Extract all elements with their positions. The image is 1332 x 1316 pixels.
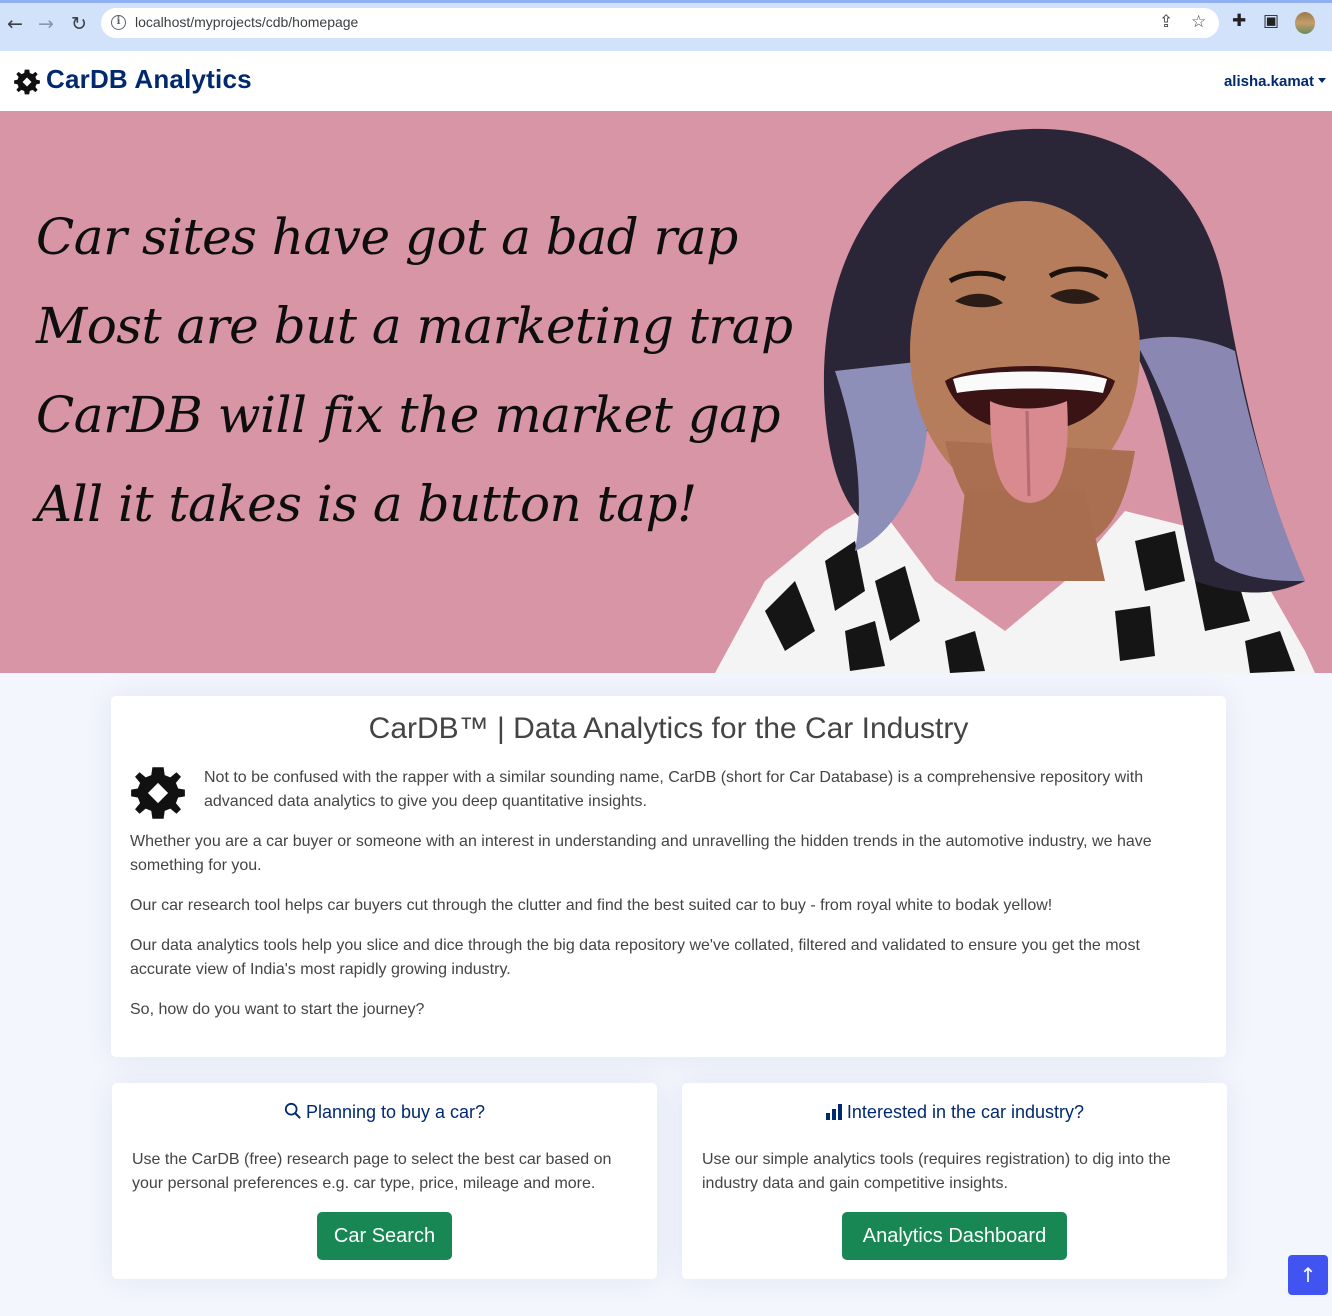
user-name: alisha.kamat: [1223, 73, 1314, 90]
hero-banner: Car sites have got a bad rap Most are bu…: [0, 111, 1332, 673]
intro-paragraph: Our data analytics tools help you slice …: [130, 937, 1140, 978]
back-icon[interactable]: ←: [4, 13, 26, 35]
gear-icon: [131, 767, 185, 819]
share-icon[interactable]: ⇪: [1159, 12, 1173, 32]
intro-title: CarDB™ | Data Analytics for the Car Indu…: [368, 712, 969, 745]
hero-line: All it takes is a button tap!: [36, 475, 697, 533]
forward-icon[interactable]: →: [35, 13, 57, 35]
side-panel-icon[interactable]: ▣: [1263, 11, 1279, 31]
intro-paragraph: Not to be confused with the rapper with …: [204, 769, 1144, 810]
arrow-up-icon: ↑: [1299, 1263, 1317, 1287]
hero-line: Most are but a marketing trap: [36, 297, 793, 355]
app-header: CarDB Analytics alisha.kamat: [0, 51, 1332, 111]
hero-poem: Car sites have got a bad rap Most are bu…: [36, 197, 793, 553]
industry-card-title: Interested in the car industry?: [682, 1102, 1227, 1123]
browser-toolbar: ← → ↻ i localhost/myprojects/cdb/homepag…: [0, 0, 1332, 51]
intro-paragraph: Our car research tool helps car buyers c…: [130, 897, 1053, 914]
bookmark-star-icon[interactable]: ☆: [1191, 12, 1206, 32]
industry-card: Interested in the car industry? Use our …: [682, 1083, 1227, 1279]
car-search-button[interactable]: Car Search: [317, 1212, 452, 1260]
buy-card-text: Use the CarDB (free) research page to se…: [132, 1151, 612, 1192]
hero-line: Car sites have got a bad rap: [36, 208, 738, 266]
reload-icon[interactable]: ↻: [68, 13, 90, 35]
buy-car-card: Planning to buy a car? Use the CarDB (fr…: [112, 1083, 657, 1279]
industry-card-text: Use our simple analytics tools (requires…: [702, 1151, 1171, 1192]
address-url[interactable]: localhost/myprojects/cdb/homepage: [135, 14, 358, 30]
site-info-icon[interactable]: i: [111, 15, 126, 30]
extensions-icon[interactable]: ✚: [1232, 11, 1246, 31]
intro-card: CarDB™ | Data Analytics for the Car Indu…: [111, 696, 1226, 1057]
back-to-top-button[interactable]: ↑: [1288, 1255, 1328, 1295]
bar-chart-icon: [825, 1104, 842, 1120]
profile-avatar[interactable]: [1295, 12, 1315, 34]
hero-line: CarDB will fix the market gap: [36, 386, 781, 444]
intro-paragraph: So, how do you want to start the journey…: [130, 1001, 425, 1018]
intro-paragraph: Whether you are a car buyer or someone w…: [130, 833, 1152, 874]
chevron-down-icon: [1318, 78, 1326, 83]
address-bar[interactable]: i localhost/myprojects/cdb/homepage ⇪ ☆: [101, 8, 1219, 38]
brand-title[interactable]: CarDB Analytics: [46, 64, 252, 95]
search-icon: [284, 1102, 301, 1119]
analytics-dashboard-button[interactable]: Analytics Dashboard: [842, 1212, 1067, 1260]
hero-portrait-image: [715, 128, 1315, 673]
user-menu[interactable]: alisha.kamat: [1224, 73, 1326, 90]
buy-card-title-text: Planning to buy a car?: [305, 1102, 486, 1122]
buy-card-title: Planning to buy a car?: [112, 1102, 657, 1123]
industry-card-title-text: Interested in the car industry?: [846, 1102, 1085, 1122]
gear-logo-icon[interactable]: [13, 68, 41, 96]
